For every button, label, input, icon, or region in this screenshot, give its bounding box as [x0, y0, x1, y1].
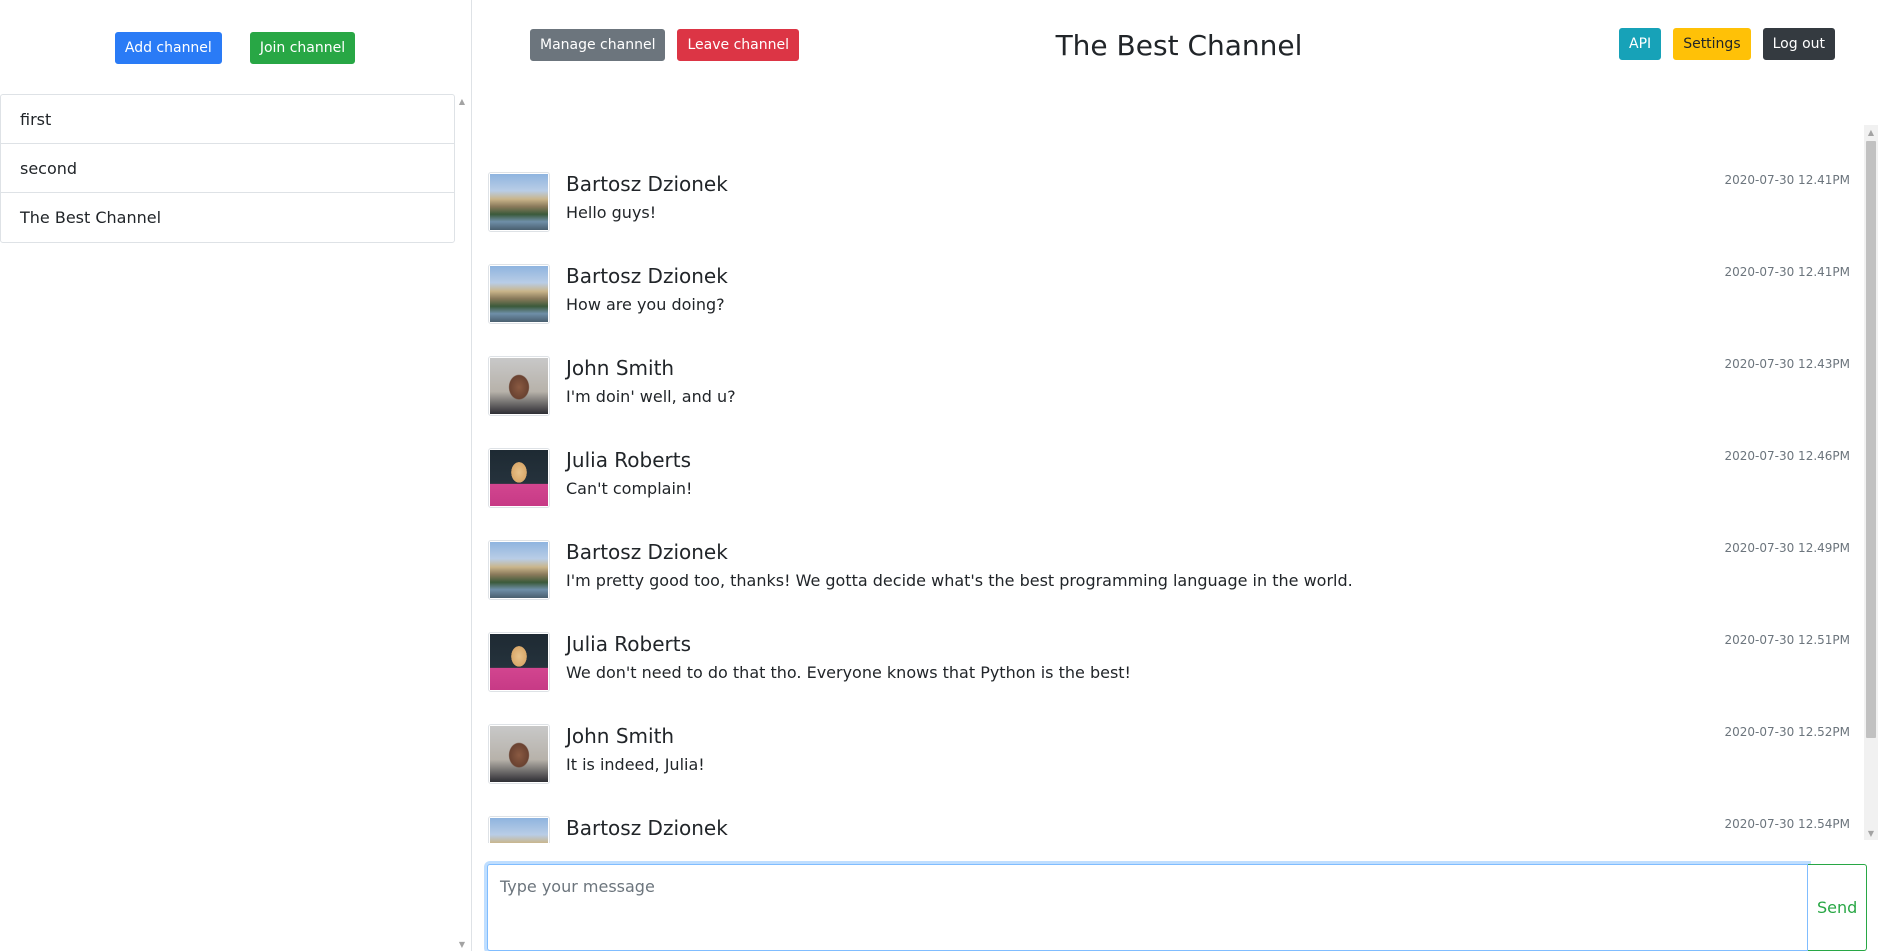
- message-item: Bartosz Dzionek I'm pretty good too, than…: [488, 493, 1851, 600]
- message-timestamp: 2020-07-30 12.46PM: [1724, 449, 1851, 463]
- message-input[interactable]: [487, 864, 1809, 951]
- castle-photo-avatar-image: [490, 818, 548, 843]
- message-author: Julia Roberts: [566, 448, 692, 472]
- message-timestamp: 2020-07-30 12.49PM: [1724, 541, 1851, 555]
- messages-scrollbar[interactable]: ▲ ▼: [1864, 125, 1878, 840]
- channel-item-second[interactable]: second: [1, 144, 454, 193]
- message-timestamp: 2020-07-30 12.52PM: [1724, 725, 1851, 739]
- avatar: [488, 816, 550, 843]
- scroll-down-arrow-icon[interactable]: ▼: [1864, 826, 1878, 840]
- message-timestamp: 2020-07-30 12.41PM: [1724, 265, 1851, 279]
- message-item: John Smith It is indeed, Julia! 2020-07-30…: [488, 677, 1851, 784]
- message-item: Bartosz Dzionek Hello guys! 2020-07-30 12.…: [488, 125, 1851, 232]
- message-author: John Smith: [566, 356, 675, 380]
- channel-item-first[interactable]: first: [1, 95, 454, 144]
- message-timestamp: 2020-07-30 12.41PM: [1724, 173, 1851, 187]
- logout-button[interactable]: Log out: [1762, 28, 1835, 60]
- message-composer: Send: [487, 864, 1867, 951]
- message-item: Julia Roberts We don't need to do that th…: [488, 585, 1851, 692]
- message-author: Julia Roberts: [566, 632, 692, 656]
- message-list: Bartosz Dzionek Hello guys! 2020-07-30 12.…: [488, 125, 1850, 843]
- sidebar: Add channel Join channel first second Th…: [0, 0, 472, 951]
- user-actions: API Settings Log out: [1619, 28, 1835, 60]
- message-author: Bartosz Dzionek: [566, 540, 728, 564]
- message-item: Bartosz Dzionek 2020-07-30 12.54PM: [488, 769, 1850, 843]
- leave-channel-button[interactable]: Leave channel: [677, 29, 799, 61]
- message-body: Bartosz Dzionek 2020-07-30 12.54PM: [488, 816, 1850, 843]
- message-timestamp: 2020-07-30 12.51PM: [1724, 633, 1851, 647]
- message-timestamp: 2020-07-30 12.43PM: [1724, 357, 1851, 371]
- message-author: John Smith: [566, 724, 675, 748]
- send-button[interactable]: Send: [1808, 864, 1867, 951]
- message-author: Bartosz Dzionek: [566, 172, 728, 196]
- message-item: Bartosz Dzionek How are you doing? 2020-07…: [488, 217, 1851, 324]
- message-item: John Smith I'm doin' well, and u? 2020-07-…: [488, 309, 1851, 416]
- api-button[interactable]: API: [1619, 28, 1662, 60]
- sidebar-actions: Add channel Join channel: [0, 32, 470, 64]
- scroll-up-arrow-icon[interactable]: ▲: [455, 94, 469, 108]
- join-channel-button[interactable]: Join channel: [249, 32, 356, 64]
- settings-button[interactable]: Settings: [1673, 28, 1751, 60]
- channel-item-the-best-channel[interactable]: The Best Channel: [1, 193, 454, 242]
- scrollbar-thumb[interactable]: [1866, 141, 1876, 738]
- manage-channel-button[interactable]: Manage channel: [530, 29, 666, 61]
- sidebar-scrollbar[interactable]: ▲ ▼: [455, 94, 469, 951]
- channel-actions: Manage channel Leave channel: [530, 29, 799, 61]
- message-item: Julia Roberts Can't complain! 2020-07-30 1…: [488, 401, 1851, 508]
- message-author: Bartosz Dzionek: [566, 264, 728, 288]
- channel-list: first second The Best Channel: [0, 94, 455, 243]
- message-timestamp: 2020-07-30 12.54PM: [1724, 817, 1851, 831]
- scroll-up-arrow-icon[interactable]: ▲: [1864, 125, 1878, 139]
- message-author: Bartosz Dzionek: [566, 816, 728, 840]
- add-channel-button[interactable]: Add channel: [114, 32, 222, 64]
- chat-panel: The Best Channel Manage channel Leave ch…: [473, 0, 1885, 951]
- scroll-down-arrow-icon[interactable]: ▼: [455, 937, 469, 951]
